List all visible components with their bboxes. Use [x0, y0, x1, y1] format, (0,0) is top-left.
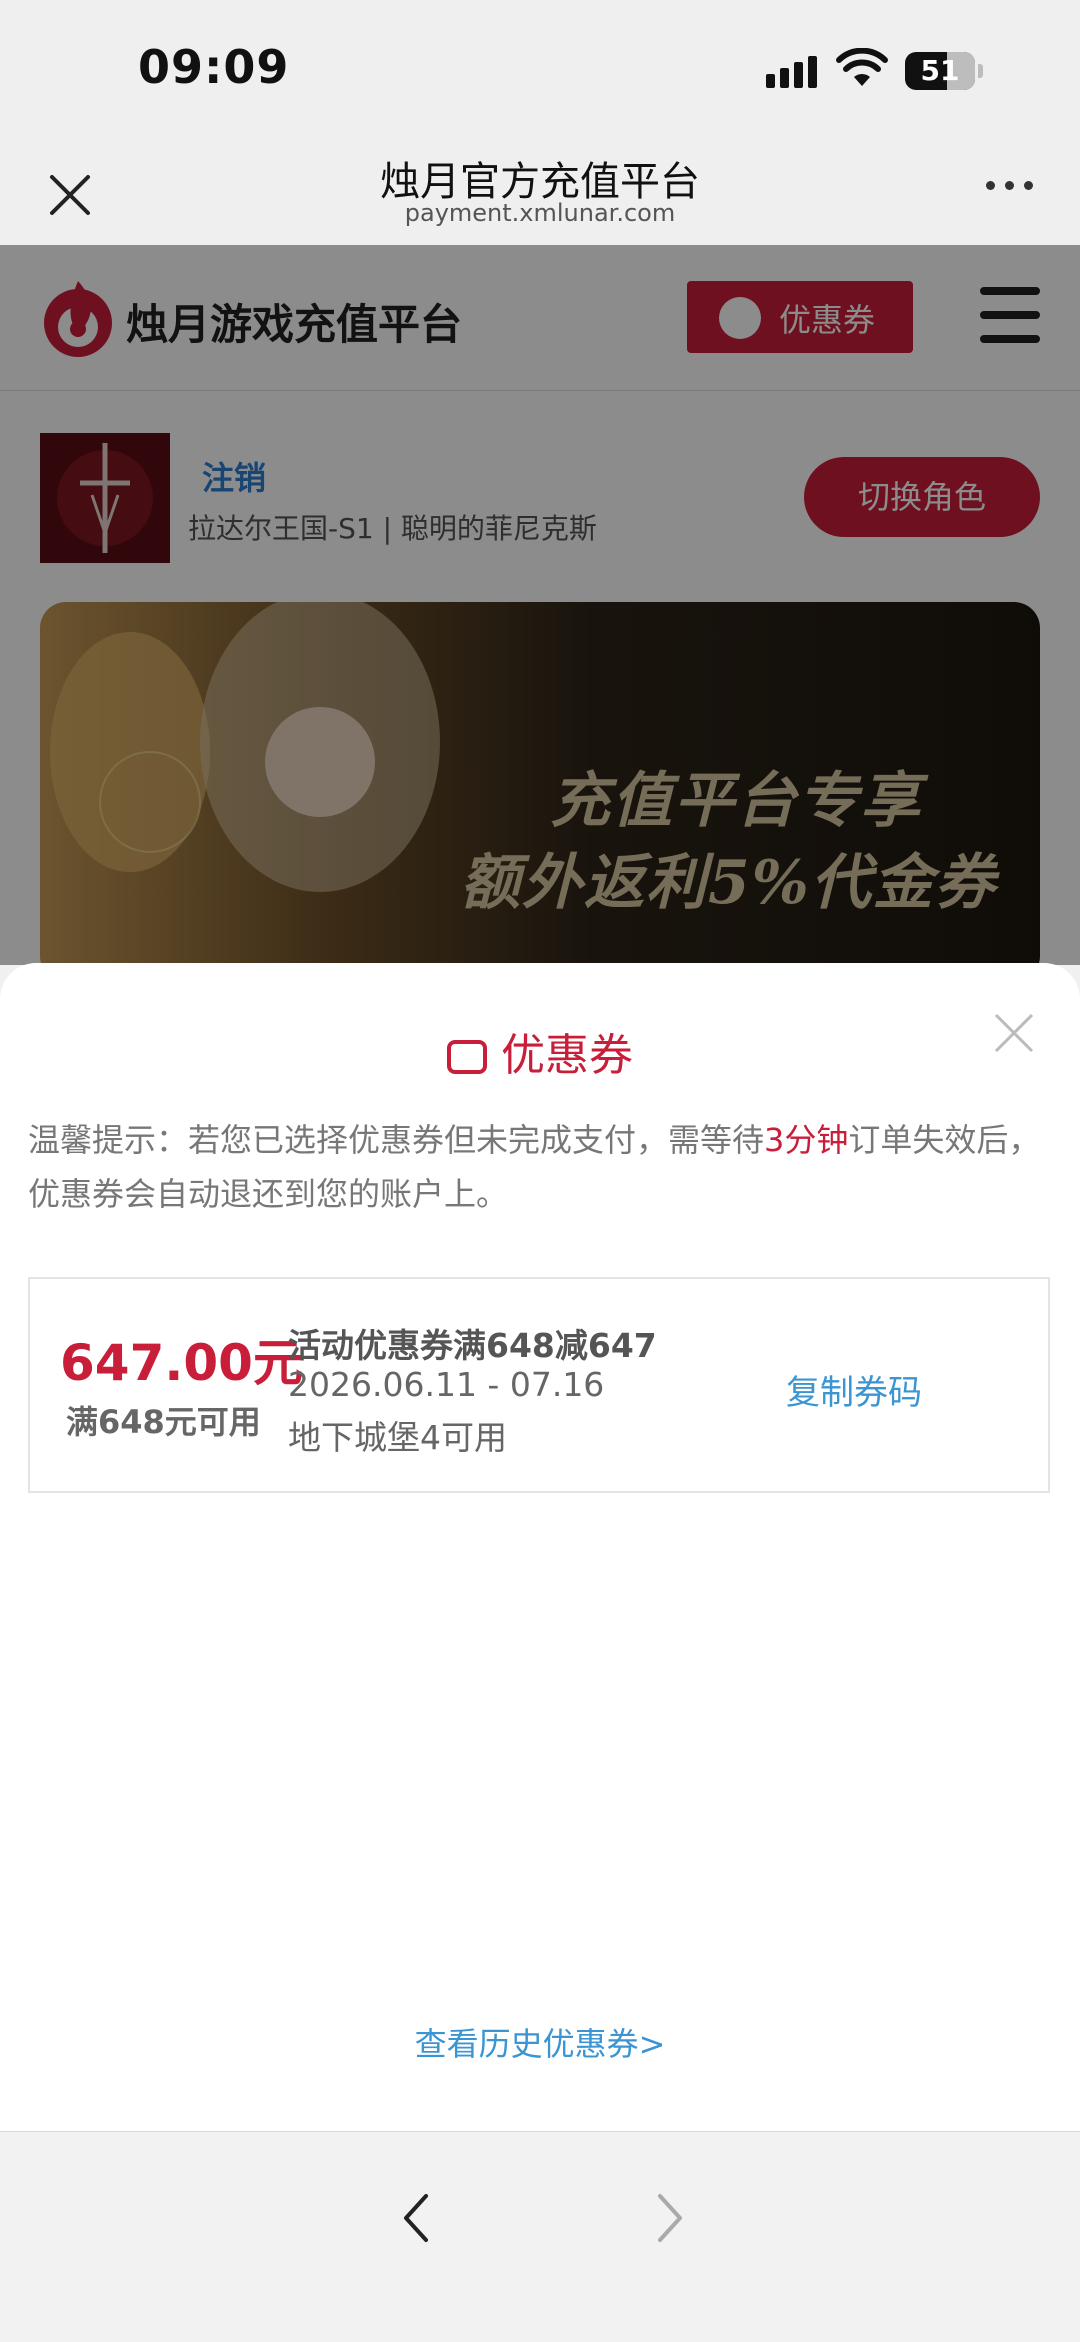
wifi-icon — [836, 48, 888, 86]
coupon-scope: 地下城堡4可用 — [288, 1418, 507, 1457]
browser-toolbar — [0, 2131, 1080, 2342]
coupon-sheet: 优惠券 温馨提示：若您已选择优惠券但未完成支付，需等待3分钟订单失效后，优惠券会… — [0, 963, 1080, 2131]
sheet-title: 优惠券 — [0, 1019, 1080, 1083]
tip-text: 温馨提示：若您已选择优惠券但未完成支付，需等待3分钟订单失效后，优惠券会自动退还… — [28, 1113, 1058, 1221]
status-time: 09:09 — [138, 40, 290, 94]
tip-before: 温馨提示：若您已选择优惠券但未完成支付，需等待 — [28, 1121, 765, 1159]
battery-icon: 51 — [905, 52, 975, 90]
coupon-title: 活动优惠券满648减647 — [288, 1326, 657, 1365]
tip-highlight: 3分钟 — [764, 1121, 849, 1159]
back-arrow-icon[interactable] — [396, 2188, 436, 2248]
page-url: payment.xmlunar.com — [404, 199, 676, 227]
coupon-condition: 满648元可用 — [66, 1403, 261, 1441]
status-bar: 09:09 51 — [0, 0, 1080, 135]
battery-level: 51 — [920, 54, 960, 87]
coupon-validity: 2026.06.11 - 07.16 — [288, 1365, 605, 1404]
battery-cap — [978, 64, 983, 78]
sheet-close-icon[interactable] — [992, 1011, 1036, 1055]
browser-header: 烛月官方充值平台 payment.xmlunar.com — [0, 135, 1080, 245]
forward-arrow-icon[interactable] — [650, 2188, 690, 2248]
ticket-icon — [447, 1040, 487, 1074]
coupon-card: 647.00元 满648元可用 活动优惠券满648减647 2026.06.11… — [28, 1277, 1050, 1493]
sheet-title-text: 优惠券 — [501, 1030, 633, 1081]
more-icon[interactable] — [980, 181, 1040, 201]
modal-backdrop[interactable] — [0, 245, 1080, 965]
copy-code-button[interactable]: 复制券码 — [786, 1365, 922, 1414]
history-coupons-link[interactable]: 查看历史优惠券> — [0, 2019, 1080, 2065]
coupon-amount: 647.00元 — [60, 1334, 303, 1392]
